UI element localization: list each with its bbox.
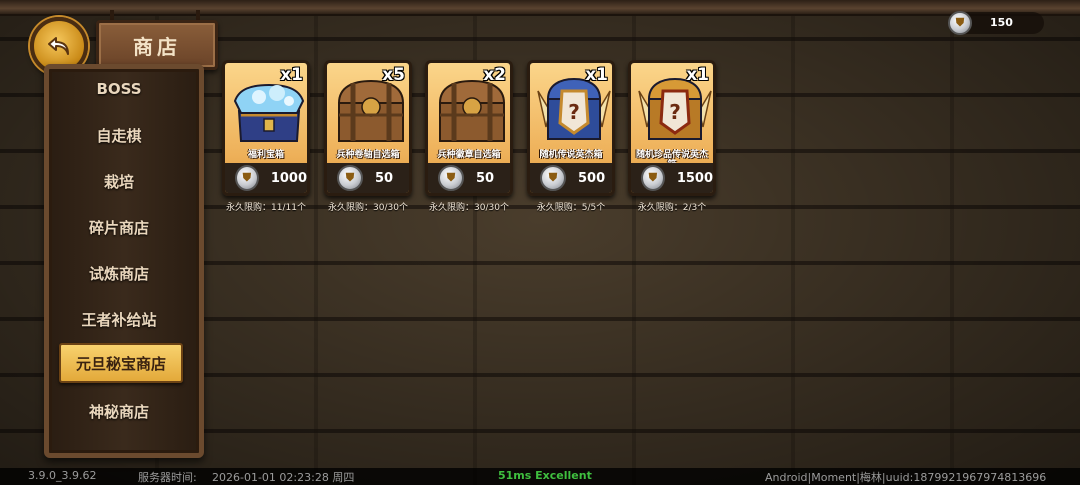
purchase-limit: 永久限购：2/3个 <box>637 203 707 213</box>
buy-price-bar[interactable]: ⛊ 1000 <box>225 163 307 193</box>
item-price: 1500 <box>676 170 713 186</box>
currency-amount: 150 <box>990 16 1013 29</box>
shop-item-card[interactable]: ? x1 随机传说英杰箱 ⛊ 500 永久限购：5/5个 <box>527 60 615 213</box>
item-quantity: x2 <box>483 65 506 85</box>
version-text: 3.9.0_3.9.62 <box>28 469 97 482</box>
sidebar-item-new-year-shop[interactable]: 元旦秘宝商店 <box>59 343 183 383</box>
shop-title-sign: 商店 <box>96 20 218 70</box>
item-price: 50 <box>375 170 394 186</box>
item-price: 500 <box>578 170 606 186</box>
server-time: 2026-01-01 02:23:28 周四 <box>212 471 355 484</box>
item-name: 福利宝箱 <box>247 150 284 160</box>
sidebar-item-trial-shop[interactable]: 试炼商店 <box>59 255 179 291</box>
coin-icon: ⛊ <box>235 165 259 191</box>
item-price: 50 <box>476 170 495 186</box>
shop-item-card[interactable]: ? x1 随机珍品传说英杰箱 ⛊ 1500 永久限购：2/3个 <box>628 60 716 213</box>
purchase-limit: 永久限购：30/30个 <box>328 203 408 213</box>
coin-icon: ⛊ <box>948 11 972 35</box>
sidebar-item-mystery-shop[interactable]: 神秘商店 <box>59 393 179 429</box>
ping-status: 51ms Excellent <box>498 469 592 482</box>
coin-icon: ⛊ <box>438 165 464 191</box>
purchase-limit: 永久限购：5/5个 <box>536 203 606 213</box>
purchase-limit: 永久限购：11/11个 <box>226 203 306 213</box>
buy-price-bar[interactable]: ⛊ 1500 <box>631 163 713 193</box>
item-quantity: x1 <box>585 65 608 85</box>
shop-item-card[interactable]: x2 兵种徽章自选箱 ⛊ 50 永久限购：30/30个 <box>425 60 513 213</box>
item-name: 随机传说英杰箱 <box>539 150 603 160</box>
item-quantity: x1 <box>686 65 709 85</box>
page-title: 商店 <box>133 34 181 59</box>
shop-item-card[interactable]: x1 福利宝箱 ⛊ 1000 永久限购：11/11个 <box>222 60 310 213</box>
purchase-limit: 永久限购：30/30个 <box>429 203 509 213</box>
svg-text:?: ? <box>669 100 681 124</box>
item-name: 兵种卷轴自选箱 <box>336 150 400 160</box>
card-face: ? x1 随机传说英杰箱 ⛊ 500 <box>527 60 615 196</box>
svg-text:?: ? <box>568 100 580 124</box>
currency-display: ⛊ 150 <box>948 11 1044 35</box>
back-arrow-icon <box>48 37 69 55</box>
item-quantity: x5 <box>382 65 405 85</box>
sidebar-item-boss[interactable]: BOSS <box>59 71 179 107</box>
card-face: x1 福利宝箱 ⛊ 1000 <box>222 60 310 196</box>
coin-icon: ⛊ <box>641 165 665 191</box>
buy-price-bar[interactable]: ⛊ 500 <box>530 163 612 193</box>
item-name: 兵种徽章自选箱 <box>437 150 501 160</box>
buy-price-bar[interactable]: ⛊ 50 <box>428 163 510 193</box>
item-quantity: x1 <box>280 65 303 85</box>
sidebar-item-cultivate[interactable]: 栽培 <box>59 163 179 199</box>
status-bar: 3.9.0_3.9.62 服务器时间: 2026-01-01 02:23:28 … <box>0 468 1080 485</box>
shop-category-sidebar[interactable]: BOSS 自走棋 栽培 碎片商店 试炼商店 王者补给站 元旦秘宝商店 神秘商店 <box>44 64 204 458</box>
top-beam <box>0 0 1080 16</box>
sidebar-item-auto-chess[interactable]: 自走棋 <box>59 117 179 153</box>
card-face: ? x1 随机珍品传说英杰箱 ⛊ 1500 <box>628 60 716 196</box>
shop-item-card[interactable]: x5 兵种卷轴自选箱 ⛊ 50 永久限购：30/30个 <box>324 60 412 213</box>
sidebar-item-king-supply[interactable]: 王者补给站 <box>59 301 179 337</box>
sidebar-item-shard-shop[interactable]: 碎片商店 <box>59 209 179 245</box>
item-price: 1000 <box>270 170 307 186</box>
device-info: Android|Moment|梅林|uuid:18799219679748136… <box>765 471 1047 484</box>
coin-icon: ⛊ <box>540 165 566 191</box>
card-face: x5 兵种卷轴自选箱 ⛊ 50 <box>324 60 412 196</box>
card-face: x2 兵种徽章自选箱 ⛊ 50 <box>425 60 513 196</box>
coin-icon: ⛊ <box>337 165 363 191</box>
server-time-label: 服务器时间: <box>138 471 197 484</box>
buy-price-bar[interactable]: ⛊ 50 <box>327 163 409 193</box>
